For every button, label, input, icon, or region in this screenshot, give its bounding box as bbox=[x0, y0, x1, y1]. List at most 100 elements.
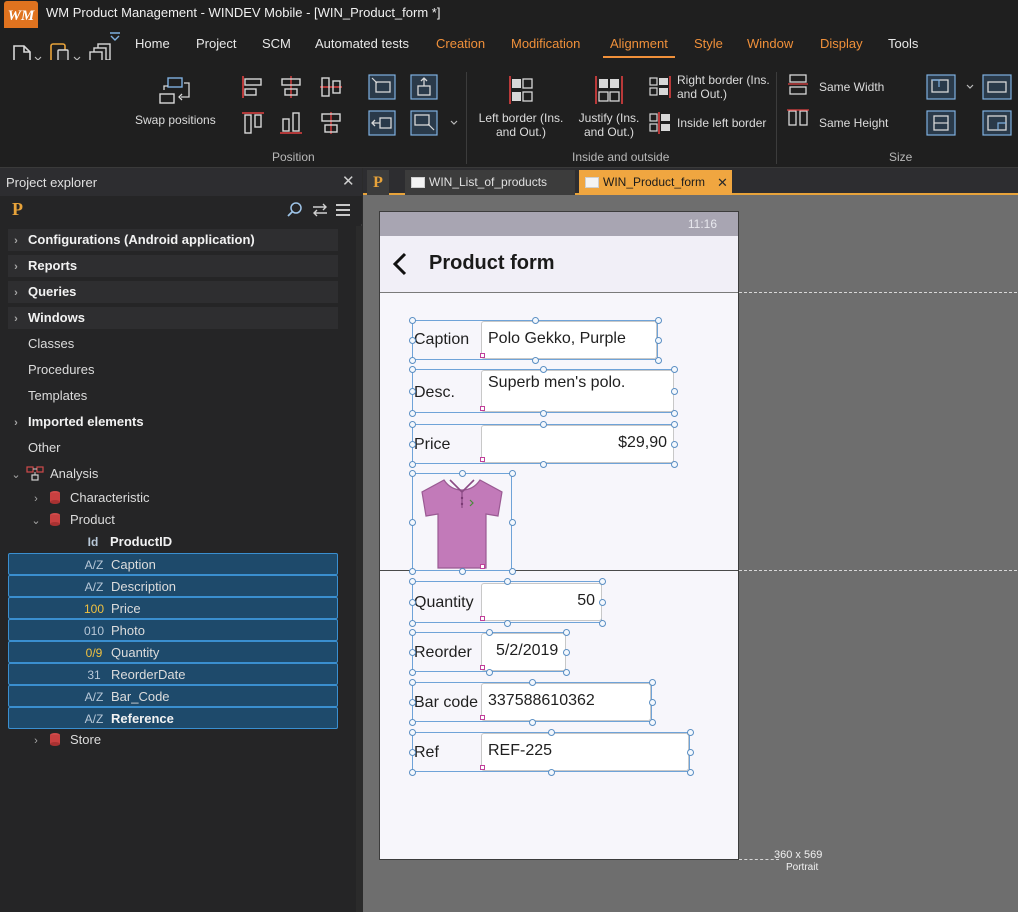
tree-item-photo[interactable]: 010 Photo bbox=[8, 619, 338, 641]
resize-handle[interactable] bbox=[409, 519, 416, 526]
resize-handle[interactable] bbox=[409, 337, 416, 344]
resize-handle[interactable] bbox=[687, 749, 694, 756]
resize-handle[interactable] bbox=[649, 719, 656, 726]
align-distribute-v-icon[interactable] bbox=[318, 110, 344, 136]
resize-handle[interactable] bbox=[409, 410, 416, 417]
resize-handle[interactable] bbox=[409, 568, 416, 575]
resize-handle[interactable] bbox=[548, 769, 555, 776]
collapsed-caret-icon[interactable]: › bbox=[8, 308, 24, 330]
same-height-label[interactable]: Same Height bbox=[819, 116, 888, 130]
right-border-label[interactable]: Right border (Ins. and Out.) bbox=[677, 73, 770, 101]
resize-handle[interactable] bbox=[655, 357, 662, 364]
explorer-splitter[interactable] bbox=[356, 226, 362, 912]
resize-handle[interactable] bbox=[655, 337, 662, 344]
tree-item-caption[interactable]: A/Z Caption bbox=[8, 553, 338, 575]
tree-item-windows[interactable]: › Windows bbox=[8, 307, 338, 329]
resize-handle[interactable] bbox=[409, 421, 416, 428]
resize-handle[interactable] bbox=[599, 599, 606, 606]
resize-handle[interactable] bbox=[649, 679, 656, 686]
tab-project[interactable]: P bbox=[367, 170, 389, 195]
resize-handle[interactable] bbox=[409, 388, 416, 395]
tree-item-reference[interactable]: A/Z Reference bbox=[8, 707, 338, 729]
justify-icon[interactable] bbox=[593, 74, 625, 106]
collapsed-caret-icon[interactable]: › bbox=[28, 730, 44, 752]
resize-handle[interactable] bbox=[504, 578, 511, 585]
tree-item-productid[interactable]: Id ProductID bbox=[8, 531, 338, 553]
menu-icon[interactable] bbox=[334, 201, 352, 219]
search-icon[interactable] bbox=[286, 201, 304, 219]
tree-item-other[interactable]: Other bbox=[8, 437, 338, 459]
resize-handle[interactable] bbox=[409, 769, 416, 776]
tree-item-procedures[interactable]: Procedures bbox=[8, 359, 338, 381]
tree-item-store[interactable]: › Store bbox=[8, 729, 338, 751]
caption-field[interactable]: Polo Gekko, Purple bbox=[481, 321, 657, 359]
size-right-icon[interactable] bbox=[982, 74, 1012, 100]
same-width-icon[interactable] bbox=[786, 72, 810, 98]
price-field[interactable]: $29,90 bbox=[481, 425, 674, 463]
resize-bottom-right-icon[interactable] bbox=[410, 110, 438, 136]
align-top-icon[interactable] bbox=[240, 110, 266, 136]
resize-handle[interactable] bbox=[540, 421, 547, 428]
resize-handle[interactable] bbox=[649, 699, 656, 706]
description-field[interactable]: Superb men's polo. bbox=[481, 370, 674, 412]
left-border-label[interactable]: Left border (Ins. and Out.) bbox=[477, 111, 565, 139]
explorer-close-button[interactable]: ✕ bbox=[342, 172, 355, 190]
menu-modification[interactable]: Modification bbox=[511, 36, 580, 51]
align-bottom-icon[interactable] bbox=[278, 110, 304, 136]
resize-handle[interactable] bbox=[687, 729, 694, 736]
resize-handle[interactable] bbox=[409, 317, 416, 324]
tab-win-list-of-products[interactable]: WIN_List_of_products bbox=[405, 170, 575, 195]
tree-item-imported-elements[interactable]: › Imported elements bbox=[8, 411, 338, 433]
resize-handle[interactable] bbox=[671, 441, 678, 448]
resize-handle[interactable] bbox=[504, 620, 511, 627]
tree-item-characteristic[interactable]: › Characteristic bbox=[8, 487, 338, 509]
product-photo-image[interactable] bbox=[414, 474, 510, 570]
resize-handle[interactable] bbox=[459, 470, 466, 477]
collapsed-caret-icon[interactable]: › bbox=[8, 282, 24, 304]
collapsed-caret-icon[interactable]: › bbox=[8, 412, 24, 434]
move-left-icon[interactable] bbox=[368, 110, 396, 136]
menu-display[interactable]: Display bbox=[820, 36, 863, 51]
resize-handle[interactable] bbox=[409, 470, 416, 477]
menu-automated-tests[interactable]: Automated tests bbox=[315, 36, 409, 51]
resize-handle[interactable] bbox=[409, 599, 416, 606]
collapsed-caret-icon[interactable]: › bbox=[28, 488, 44, 510]
resize-handle[interactable] bbox=[671, 388, 678, 395]
resize-handle[interactable] bbox=[540, 410, 547, 417]
more-dropdown-icon[interactable] bbox=[450, 120, 458, 126]
reference-field[interactable]: REF-225 bbox=[481, 733, 689, 771]
resize-handle[interactable] bbox=[671, 421, 678, 428]
resize-handle[interactable] bbox=[509, 470, 516, 477]
resize-handle[interactable] bbox=[409, 729, 416, 736]
menu-scm[interactable]: SCM bbox=[262, 36, 291, 51]
size-bottom-icon[interactable] bbox=[926, 110, 956, 136]
project-logo[interactable]: P bbox=[12, 199, 23, 220]
resize-handle[interactable] bbox=[486, 669, 493, 676]
tree-item-analysis[interactable]: ⌄ Analysis bbox=[8, 463, 338, 485]
resize-handle[interactable] bbox=[540, 366, 547, 373]
tree-item-bar-code[interactable]: A/Z Bar_Code bbox=[8, 685, 338, 707]
size-bottom-right-icon[interactable] bbox=[982, 110, 1012, 136]
size-dropdown-icon[interactable] bbox=[966, 84, 974, 90]
sync-icon[interactable] bbox=[311, 201, 329, 219]
resize-handle[interactable] bbox=[459, 568, 466, 575]
move-up-icon[interactable] bbox=[410, 74, 438, 100]
resize-handle[interactable] bbox=[409, 699, 416, 706]
quantity-field[interactable]: 50 bbox=[481, 583, 602, 621]
reorder-date-field[interactable]: 5/2/2019 bbox=[481, 633, 566, 671]
menu-project[interactable]: Project bbox=[196, 36, 236, 51]
menu-creation[interactable]: Creation bbox=[436, 36, 485, 51]
resize-handle[interactable] bbox=[532, 317, 539, 324]
size-top-left-icon[interactable] bbox=[926, 74, 956, 100]
menu-tools[interactable]: Tools bbox=[888, 36, 918, 51]
resize-handle[interactable] bbox=[687, 769, 694, 776]
resize-handle[interactable] bbox=[409, 620, 416, 627]
resize-handle[interactable] bbox=[409, 649, 416, 656]
tree-item-price[interactable]: 100 Price bbox=[8, 597, 338, 619]
inside-left-border-label[interactable]: Inside left border bbox=[677, 116, 766, 130]
menu-home[interactable]: Home bbox=[135, 36, 170, 51]
tree-item-classes[interactable]: Classes bbox=[8, 333, 338, 355]
resize-handle[interactable] bbox=[409, 679, 416, 686]
resize-handle[interactable] bbox=[529, 679, 536, 686]
tab-close-icon[interactable]: ✕ bbox=[717, 170, 728, 195]
